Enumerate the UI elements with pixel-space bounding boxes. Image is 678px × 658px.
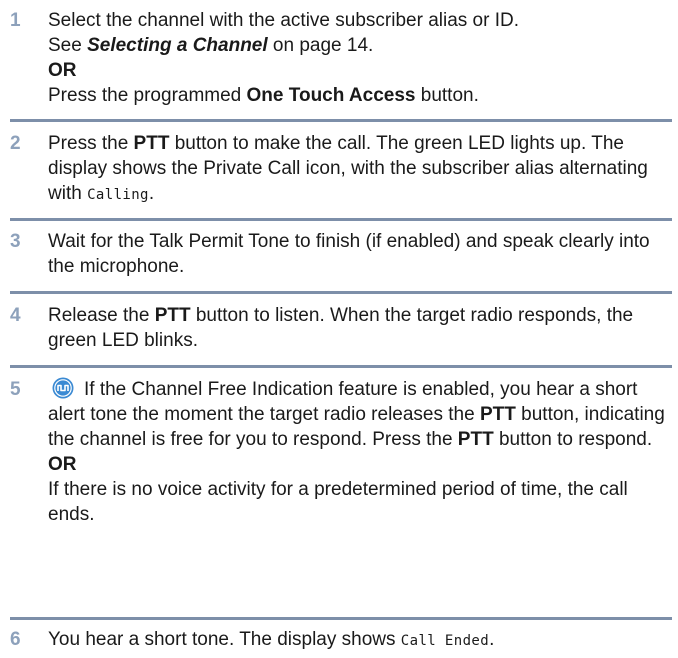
text: Press the programmed bbox=[48, 85, 247, 106]
step-1-line-4: Press the programmed One Touch Access bu… bbox=[48, 83, 678, 108]
step-number: 5 bbox=[10, 379, 21, 400]
display-text-calling: Calling bbox=[87, 187, 149, 203]
ptt-label: PTT bbox=[133, 133, 170, 154]
procedure-steps: 1 Select the channel with the active sub… bbox=[0, 0, 678, 658]
divider bbox=[10, 119, 672, 122]
display-text-call-ended: Call Ended bbox=[400, 633, 490, 649]
step-number: 1 bbox=[10, 10, 21, 31]
step-1-line-2: See Selecting a Channel on page 14. bbox=[48, 33, 678, 58]
ptt-label: PTT bbox=[154, 305, 191, 326]
one-touch-access-label: One Touch Access bbox=[246, 85, 416, 106]
text: button. bbox=[415, 85, 479, 106]
step-1: 1 Select the channel with the active sub… bbox=[0, 8, 678, 108]
ptt-label: PTT bbox=[479, 404, 516, 425]
or-label: OR bbox=[48, 60, 77, 81]
step-number: 3 bbox=[10, 231, 21, 252]
step-6-text: You hear a short tone. The display shows… bbox=[48, 629, 495, 650]
step-1-line-1: Select the channel with the active subsc… bbox=[48, 10, 520, 31]
step-5-alt-text: If there is no voice activity for a pred… bbox=[48, 479, 628, 525]
step-number: 6 bbox=[10, 629, 21, 650]
divider bbox=[10, 291, 672, 294]
step-3: 3 Wait for the Talk Permit Tone to finis… bbox=[0, 229, 678, 279]
divider bbox=[10, 617, 672, 620]
step-4: 4 Release the PTT button to listen. When… bbox=[0, 303, 678, 353]
text: on page 14. bbox=[267, 35, 374, 56]
step-number: 4 bbox=[10, 305, 21, 326]
tone-icon bbox=[52, 377, 74, 399]
step-4-text: Release the PTT button to listen. When t… bbox=[48, 305, 634, 351]
step-5-text: If the Channel Free Indication feature i… bbox=[48, 377, 665, 450]
step-3-text: Wait for the Talk Permit Tone to finish … bbox=[48, 231, 650, 277]
divider bbox=[10, 365, 672, 368]
step-6: 6 You hear a short tone. The display sho… bbox=[0, 627, 678, 654]
divider bbox=[10, 218, 672, 221]
step-2: 2 Press the PTT button to make the call.… bbox=[0, 131, 678, 208]
step-2-text: Press the PTT button to make the call. T… bbox=[48, 133, 648, 204]
text: See bbox=[48, 35, 88, 56]
step-number: 2 bbox=[10, 133, 21, 154]
or-label: OR bbox=[48, 454, 77, 475]
cross-reference-link[interactable]: Selecting a Channel bbox=[87, 35, 268, 56]
ptt-label: PTT bbox=[457, 429, 494, 450]
step-5: 5 If the Channel Free Indication feature… bbox=[0, 377, 678, 527]
